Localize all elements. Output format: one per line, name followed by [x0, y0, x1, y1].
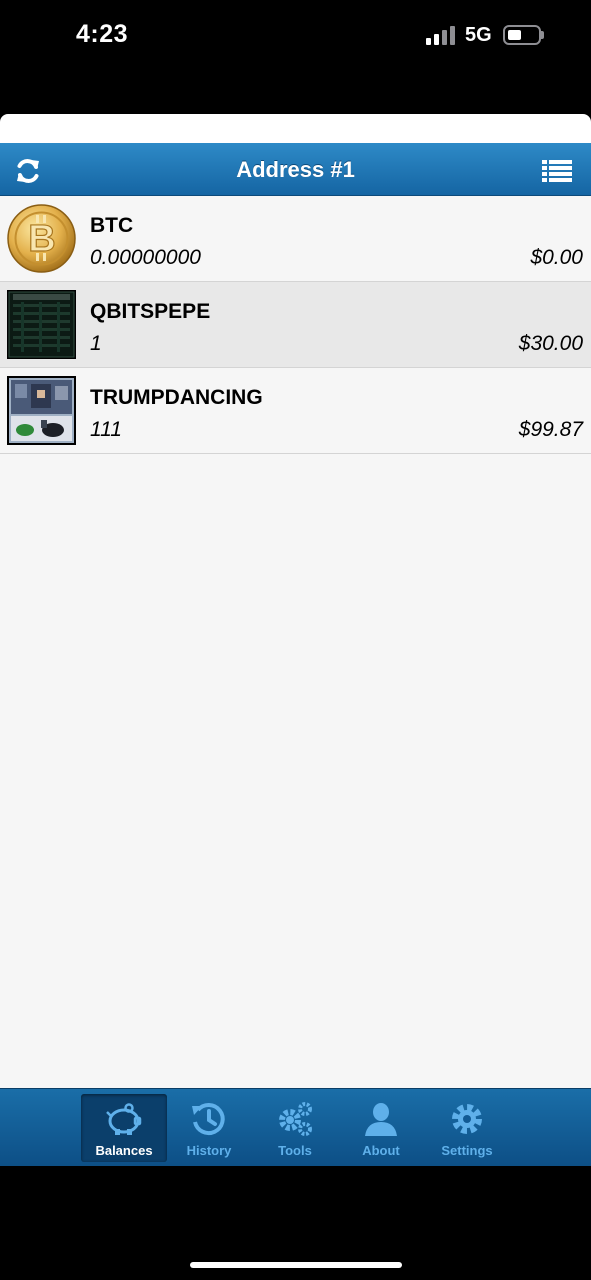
trumpdancing-card-image: [7, 376, 76, 445]
header-bar: Address #1: [0, 143, 591, 196]
battery-cap: [541, 31, 544, 39]
asset-quantity: 1: [90, 332, 102, 355]
piggy-bank-icon: [106, 1103, 142, 1135]
qbitspepe-card-image: [7, 290, 76, 359]
status-bar: 4:23 5G: [0, 0, 591, 70]
asset-quantity: 111: [90, 418, 122, 441]
balances-list: B BTC 0.00000000 $0.00 QBITSPEPE 1 $30.0…: [0, 196, 591, 1088]
asset-name: QBITSPEPE: [90, 300, 211, 323]
network-type: 5G: [465, 24, 492, 46]
address-list-button[interactable]: [542, 159, 572, 183]
gear-icon: [452, 1104, 482, 1134]
page-title: Address #1: [236, 157, 355, 182]
home-indicator[interactable]: [190, 1262, 402, 1268]
battery-icon: [503, 25, 541, 45]
history-clock-icon: [192, 1103, 225, 1136]
tab-tools[interactable]: Tools: [252, 1094, 338, 1162]
list-icon: [542, 160, 572, 182]
asset-value: $99.87: [518, 418, 583, 441]
tab-label: About: [362, 1143, 400, 1158]
tab-label: History: [186, 1143, 232, 1158]
bitcoin-coin-icon: B: [7, 204, 76, 273]
asset-row-trumpdancing[interactable]: TRUMPDANCING 111 $99.87: [0, 368, 591, 454]
tab-label: Settings: [441, 1143, 493, 1158]
asset-name: BTC: [90, 214, 134, 237]
tab-history[interactable]: History: [166, 1094, 252, 1162]
asset-quantity: 0.00000000: [90, 246, 201, 269]
svg-text:B: B: [28, 218, 55, 260]
asset-row-qbitspepe[interactable]: QBITSPEPE 1 $30.00: [0, 282, 591, 368]
asset-name: TRUMPDANCING: [90, 386, 263, 409]
tab-about[interactable]: About: [338, 1094, 424, 1162]
asset-row-btc[interactable]: B BTC 0.00000000 $0.00: [0, 196, 591, 282]
tab-settings[interactable]: Settings: [424, 1094, 510, 1162]
person-icon: [365, 1103, 397, 1136]
tab-label: Balances: [95, 1143, 153, 1158]
tab-label: Tools: [278, 1143, 312, 1158]
asset-value: $0.00: [530, 246, 583, 269]
tab-bar: Balances History Tools About Settings: [0, 1088, 591, 1166]
asset-value: $30.00: [518, 332, 583, 355]
gears-icon: [279, 1102, 312, 1136]
cellular-signal-icon: [426, 25, 456, 45]
tab-balances[interactable]: Balances: [81, 1094, 167, 1162]
top-strip: [0, 114, 591, 144]
status-time: 4:23: [76, 20, 129, 48]
